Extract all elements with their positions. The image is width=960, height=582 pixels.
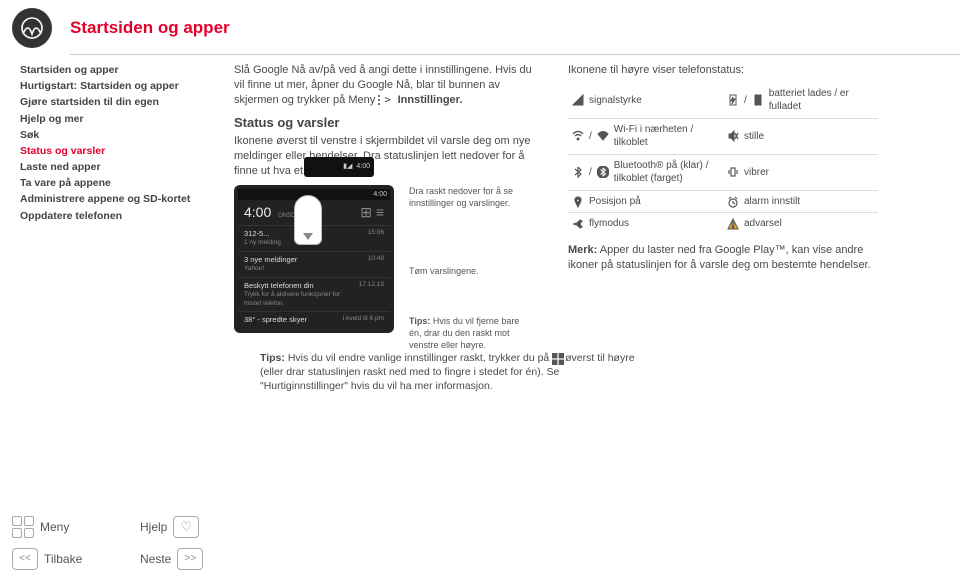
sidebar-item-6[interactable]: Laste ned apper — [20, 160, 210, 174]
quick-settings-icon — [552, 353, 562, 363]
menu-grid-icon — [12, 516, 34, 538]
battery-full-icon — [752, 94, 764, 106]
next-button[interactable]: Neste >> — [140, 548, 260, 570]
footer-nav: Meny Hjelp ♡ << Tilbake Neste >> — [12, 514, 260, 572]
cell-label: vibrer — [744, 166, 769, 180]
sidebar-item-0[interactable]: Startsiden og apper — [20, 63, 210, 77]
battery-charging-icon — [727, 94, 739, 106]
alarm-icon — [727, 196, 739, 208]
wifi-connected-icon — [597, 130, 609, 142]
cell-label: Wi-Fi i nærheten / tilkoblet — [614, 123, 719, 150]
callout-tip: Tips: Hvis du vil fjerne bare én, drar d… — [409, 315, 534, 351]
tips-block: Tips: Hvis du vil endre vanlige innstill… — [260, 351, 640, 394]
bluetooth-icon — [572, 166, 584, 178]
sidebar-item-4[interactable]: Søk — [20, 128, 210, 142]
cell-label: batteriet lades / er fulladet — [769, 87, 874, 114]
signal-strength-icon — [572, 94, 584, 106]
status-intro: Ikonene til høyre viser telefonstatus: — [568, 63, 878, 78]
menu-button[interactable]: Meny — [12, 516, 132, 538]
cell-label: Posisjon på — [589, 195, 641, 209]
heart-icon: ♡ — [173, 516, 199, 538]
notif-row-3: 38° - spredte skyer I kveld til 6 pm — [238, 311, 390, 328]
wifi-available-icon — [572, 130, 584, 142]
notif-row-1: 3 nye meldingerYahoo! 10:49 — [238, 251, 390, 277]
chevron-left-icon: << — [12, 548, 38, 570]
section-body: Ikonene øverst til venstre i skjermbilde… — [234, 134, 544, 179]
sidebar-item-9[interactable]: Oppdatere telefonen — [20, 209, 210, 223]
airplane-icon — [572, 218, 584, 230]
warning-icon — [727, 218, 739, 230]
sidebar-item-7[interactable]: Ta vare på appene — [20, 176, 210, 190]
arrow-right-icon: > — [384, 93, 397, 106]
sidebar-item-5[interactable]: Status og varsler — [20, 144, 210, 158]
chevron-right-icon: >> — [177, 548, 203, 570]
cell-label: stille — [744, 130, 764, 144]
callout-clear: Tøm varslingene. — [409, 265, 534, 277]
mini-statusbar: ▮◢ 4:00 — [304, 157, 374, 177]
finger-icon — [294, 195, 322, 245]
sidebar-item-8[interactable]: Administrere appene og SD-kortet — [20, 192, 210, 206]
bluetooth-connected-icon — [597, 166, 609, 178]
status-table: signalstyrke / batteriet lades / er full… — [568, 83, 878, 235]
help-button[interactable]: Hjelp ♡ — [140, 516, 260, 538]
cell-label: alarm innstilt — [744, 195, 800, 209]
cell-label: Bluetooth® på (klar) / tilkoblet (farget… — [614, 159, 719, 186]
signal-icon: ▮◢ — [343, 162, 352, 171]
section-title: Status og varsler — [234, 114, 544, 132]
overflow-menu-icon — [378, 95, 381, 105]
sidebar: Startsiden og apper Hurtigstart: Startsi… — [20, 63, 210, 333]
notif-row-2: Beskytt telefonen dinTrykk for å aktiver… — [238, 277, 390, 312]
page-title: Startsiden og apper — [70, 17, 230, 40]
cell-label: signalstyrke — [589, 94, 642, 108]
note: Merk: Apper du laster ned fra Google Pla… — [568, 243, 878, 273]
location-icon — [572, 196, 584, 208]
sidebar-item-1[interactable]: Hurtigstart: Startsiden og apper — [20, 79, 210, 93]
cell-label: advarsel — [744, 217, 782, 231]
google-now-intro: Slå Google Nå av/på ved å angi dette i i… — [234, 63, 544, 108]
cell-label: flymodus — [589, 217, 629, 231]
sidebar-item-3[interactable]: Hjelp og mer — [20, 112, 210, 126]
back-button[interactable]: << Tilbake — [12, 548, 132, 570]
silent-icon — [727, 130, 739, 142]
moto-logo — [12, 8, 52, 48]
callout-settings: Dra raskt nedover for å se innstillinger… — [409, 185, 534, 209]
vibrate-icon — [727, 166, 739, 178]
sidebar-item-2[interactable]: Gjøre startsiden til din egen — [20, 95, 210, 109]
